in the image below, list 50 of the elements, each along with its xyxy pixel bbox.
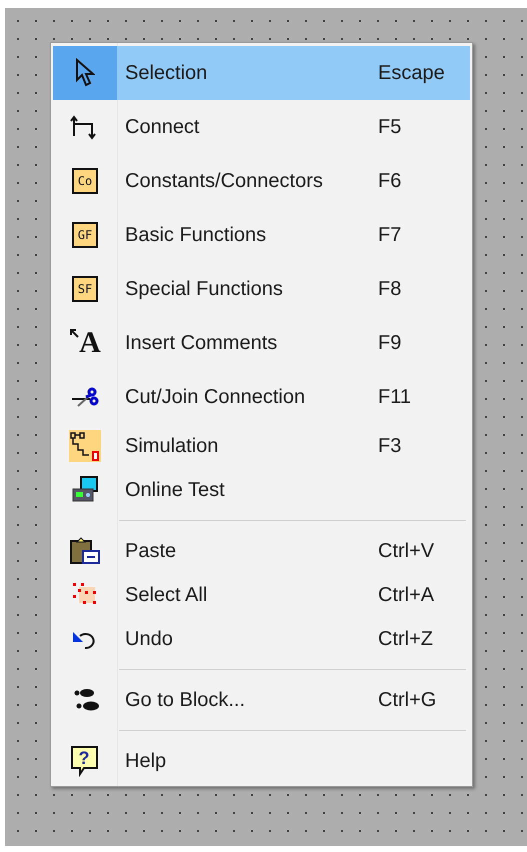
menu-item-label: Online Test	[124, 478, 226, 503]
menu-item[interactable]: Paste Ctrl+V	[53, 529, 470, 573]
menu-item-label: Basic Functions	[124, 223, 268, 248]
menu-item[interactable]: ? Help	[53, 739, 470, 783]
menu-item-label: Help	[124, 749, 168, 774]
menu-item-label: Connect	[124, 115, 200, 140]
menu-item[interactable]: Go to Block... Ctrl+G	[53, 678, 470, 722]
text-comment-icon: A	[69, 328, 101, 358]
shortcut-text: Ctrl+Z	[378, 627, 434, 652]
menu-item[interactable]: GF Basic Functions F7	[53, 208, 470, 262]
menu-item[interactable]: Cut/Join Connection F11	[53, 370, 470, 424]
menu-item[interactable]: Select All Ctrl+A	[53, 573, 470, 617]
menu-item-label: Insert Comments	[124, 331, 278, 356]
clipboard-icon	[69, 536, 101, 566]
menu-item-label: Special Functions	[124, 277, 284, 302]
shortcut-text: F5	[378, 115, 402, 140]
circuit-diagram-icon	[69, 430, 101, 462]
menu-item-label: Undo	[124, 627, 174, 652]
block-label-icon: Co	[72, 168, 98, 194]
menu-item[interactable]: Co Constants/Connectors F6	[53, 154, 470, 208]
menu-item-label: Go to Block...	[124, 688, 246, 713]
menu-item-label: Paste	[124, 539, 178, 564]
block-label-icon: SF	[72, 276, 98, 302]
shortcut-text: F8	[378, 277, 402, 302]
shortcut-text: F11	[378, 385, 412, 410]
shortcut-text: F9	[378, 331, 402, 356]
menu-item-label: Selection	[124, 61, 208, 86]
shortcut-text: Ctrl+A	[378, 583, 436, 608]
shortcut-text: F3	[378, 434, 402, 459]
scissors-icon	[70, 386, 100, 408]
menu-item[interactable]: Undo Ctrl+Z	[53, 617, 470, 661]
menu-item[interactable]: Online Test	[53, 468, 470, 512]
shortcut-text: Ctrl+G	[378, 688, 438, 713]
menu-item[interactable]: Simulation F3	[53, 424, 470, 468]
menu-item[interactable]: A Insert Comments F9	[53, 316, 470, 370]
arrow-icon	[69, 328, 80, 338]
block-label-icon: GF	[72, 222, 98, 248]
menu-item-label: Select All	[124, 583, 208, 608]
menu-item[interactable]: SF Special Functions F8	[53, 262, 470, 316]
menu-item-label: Constants/Connectors	[124, 169, 324, 194]
menu-item-label: Simulation	[124, 434, 220, 459]
shortcut-text: Escape	[378, 61, 446, 86]
shortcut-text: F7	[378, 223, 402, 248]
menu-item[interactable]: Connect F5	[53, 100, 470, 154]
menu-item[interactable]: Selection Escape	[53, 46, 470, 100]
shortcut-text: Ctrl+V	[378, 539, 436, 564]
pointer-icon	[75, 58, 95, 88]
help-icon: ?	[70, 745, 100, 777]
menu-item-label: Cut/Join Connection	[124, 385, 306, 410]
shortcut-text: F6	[378, 169, 402, 194]
